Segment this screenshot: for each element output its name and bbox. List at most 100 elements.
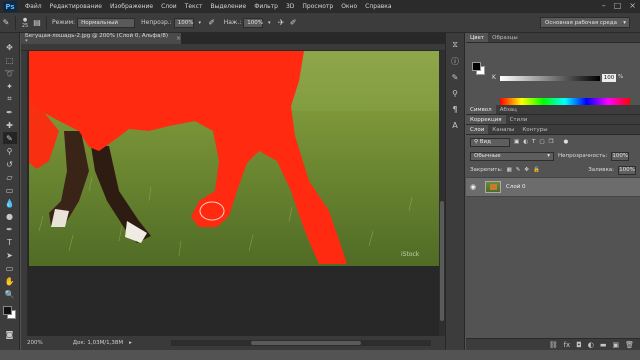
filter-adjust-icon[interactable]: ◐ [523, 139, 528, 145]
tab-paths[interactable]: Контуры [518, 125, 551, 134]
type-tool-icon[interactable]: T [3, 236, 17, 248]
new-layer-icon[interactable]: ▣ [612, 341, 619, 349]
brush-preset-icon[interactable]: ● 25 [19, 17, 31, 29]
layer-filter-select[interactable]: ⚲ Вид [470, 137, 510, 147]
pen-tool-icon[interactable]: ✒ [3, 223, 17, 235]
hand-tool-icon[interactable]: ✋ [3, 275, 17, 287]
layer-thumbnail[interactable] [485, 181, 501, 193]
lock-transparent-icon[interactable]: ▦ [507, 167, 512, 173]
lock-position-icon[interactable]: ✥ [524, 167, 529, 173]
dodge-tool-icon[interactable]: ● [3, 210, 17, 222]
lock-all-icon[interactable]: 🔒 [533, 167, 540, 173]
filter-pixel-icon[interactable]: ▣ [514, 139, 519, 145]
menu-select[interactable]: Выделение [206, 3, 250, 10]
type-panel-icon[interactable]: A [449, 119, 461, 131]
clone-source-panel-icon[interactable]: ⚲ [449, 87, 461, 99]
eye-icon[interactable]: ◉ [470, 183, 480, 191]
layer-row[interactable]: ◉ Слой 0 [466, 177, 640, 197]
document-tab[interactable]: Бегущая-лошадь-2.jpg @ 200% (Слой 0, Аль… [21, 33, 181, 45]
tab-layers[interactable]: Слои [466, 125, 489, 134]
filter-smart-icon[interactable]: ❐ [549, 139, 554, 145]
history-brush-tool-icon[interactable]: ↺ [3, 158, 17, 170]
filter-toggle-icon[interactable]: ● [564, 139, 569, 145]
close-tab-icon[interactable]: × [176, 35, 181, 42]
tab-swatches[interactable]: Образцы [488, 33, 522, 42]
layer-opacity-field[interactable]: 100% [611, 151, 630, 161]
info-arrow-icon[interactable]: ▸ [129, 340, 132, 346]
menu-layers[interactable]: Слои [157, 3, 181, 10]
opacity-field[interactable]: 100% [173, 17, 194, 28]
color-spectrum[interactable] [500, 98, 630, 105]
workspace-select[interactable]: Основная рабочая среда ▾ [540, 17, 630, 28]
eyedropper-tool-icon[interactable]: ✒ [3, 106, 17, 118]
brush-tool-icon[interactable]: ✎ [2, 132, 17, 144]
tablet-size-icon[interactable]: ✐ [287, 17, 299, 29]
quick-mask-icon[interactable]: ◙ [3, 328, 17, 340]
menu-view[interactable]: Просмотр [298, 3, 337, 10]
document-info[interactable]: Док: 1,03M/1,38M [73, 340, 123, 346]
filter-shape-icon[interactable]: ▢ [539, 139, 544, 145]
brush-panel-icon[interactable]: ✎ [449, 71, 461, 83]
airbrush-icon[interactable]: ✈ [275, 17, 287, 29]
fill-field[interactable]: 100% [618, 165, 636, 175]
trash-icon[interactable]: 🗑 [625, 341, 634, 349]
pressure-dropdown-icon[interactable]: ▾ [263, 17, 275, 29]
add-mask-icon[interactable]: ◘ [576, 341, 582, 349]
healing-tool-icon[interactable]: ✚ [3, 119, 17, 131]
brush-tool-icon[interactable]: ✎ [0, 17, 12, 29]
minimize-icon[interactable]: – [602, 1, 606, 10]
color-swatches[interactable] [2, 305, 18, 321]
close-icon[interactable]: × [629, 1, 636, 10]
menu-edit[interactable]: Редактирование [46, 3, 106, 10]
opacity-dropdown-icon[interactable]: ▾ [194, 17, 206, 29]
zoom-level[interactable]: 200% [27, 340, 43, 346]
image-canvas[interactable]: iStock [29, 51, 439, 266]
lock-image-icon[interactable]: ✎ [516, 167, 521, 173]
fx-icon[interactable]: fx [564, 341, 571, 349]
mode-select[interactable]: Нормальный [77, 17, 136, 28]
adjustment-layer-icon[interactable]: ◐ [588, 341, 594, 349]
link-layers-icon[interactable]: ⛓ [549, 341, 558, 349]
menu-filter[interactable]: Фильтр [250, 3, 282, 10]
tab-paragraph[interactable]: Абзац [496, 105, 521, 114]
tab-styles[interactable]: Стили [506, 115, 532, 124]
vertical-scroll-thumb[interactable] [440, 201, 444, 321]
tab-adjustments[interactable]: Коррекция [466, 115, 506, 124]
move-tool-icon[interactable]: ✥ [3, 41, 17, 53]
new-group-icon[interactable]: ▬ [600, 341, 607, 349]
tab-color[interactable]: Цвет [466, 33, 489, 42]
foreground-color-swatch[interactable] [2, 306, 12, 315]
zoom-tool-icon[interactable]: 🔍 [3, 288, 17, 300]
maximize-icon[interactable]: □ [614, 1, 622, 10]
menu-type[interactable]: Текст [181, 3, 207, 10]
gradient-tool-icon[interactable]: ▭ [3, 184, 17, 196]
blend-mode-select[interactable]: Обычные ▾ [470, 151, 554, 161]
path-select-tool-icon[interactable]: ➤ [3, 249, 17, 261]
brush-panel-toggle-icon[interactable]: ▤ [31, 17, 43, 29]
quick-select-tool-icon[interactable]: ✦ [3, 80, 17, 92]
horizontal-scroll-thumb[interactable] [251, 341, 361, 345]
k-slider[interactable] [500, 76, 600, 81]
lasso-tool-icon[interactable]: ➰ [3, 67, 17, 79]
clone-stamp-tool-icon[interactable]: ⚲ [3, 145, 17, 157]
menu-window[interactable]: Окно [337, 3, 361, 10]
paragraph-panel-icon[interactable]: ¶ [449, 103, 461, 115]
tablet-opacity-icon[interactable]: ✐ [206, 17, 218, 29]
eraser-tool-icon[interactable]: ▱ [3, 171, 17, 183]
crop-tool-icon[interactable]: ⌗ [3, 93, 17, 105]
menu-3d[interactable]: 3D [282, 3, 298, 10]
shape-tool-icon[interactable]: ▭ [3, 262, 17, 274]
panel-fg-color[interactable] [472, 62, 481, 71]
tab-channels[interactable]: Каналы [488, 125, 518, 134]
menu-image[interactable]: Изображение [106, 3, 157, 10]
blur-tool-icon[interactable]: 💧 [3, 197, 17, 209]
horizontal-scrollbar[interactable] [171, 340, 431, 346]
menu-help[interactable]: Справка [361, 3, 395, 10]
k-value-field[interactable]: 100 [602, 74, 616, 82]
filter-type-icon[interactable]: T [532, 139, 535, 145]
menu-file[interactable]: Файл [21, 3, 46, 10]
marquee-tool-icon[interactable]: ⬚ [3, 54, 17, 66]
history-panel-icon[interactable]: ⧖ [449, 39, 461, 51]
pressure-field[interactable]: 100% [243, 17, 264, 28]
tab-character[interactable]: Символ [466, 105, 496, 114]
